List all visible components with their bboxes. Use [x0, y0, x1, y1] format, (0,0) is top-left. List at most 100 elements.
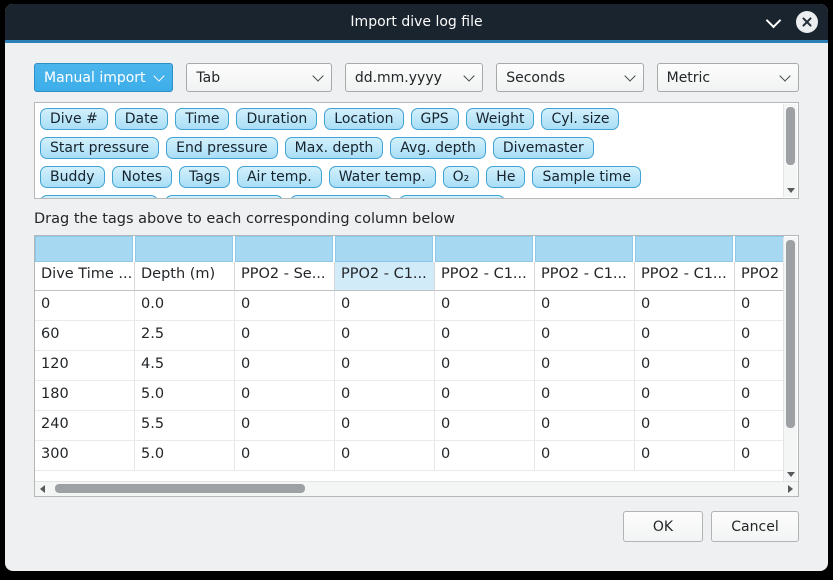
- tag-max-depth[interactable]: Max. depth: [285, 137, 384, 159]
- titlebar[interactable]: Import dive log file: [5, 4, 828, 40]
- tag-sample-po[interactable]: Sample pO₂: [290, 195, 392, 199]
- ok-button[interactable]: OK: [623, 511, 703, 542]
- drop-target-3[interactable]: [335, 236, 433, 262]
- combo-date-format[interactable]: dd.mm.yyyy: [345, 63, 483, 92]
- table-row: 602.5000000: [35, 321, 784, 351]
- table-row: 00.0000000: [35, 291, 784, 321]
- tag-location[interactable]: Location: [324, 108, 403, 130]
- tag-he[interactable]: He: [486, 166, 525, 188]
- table-cell: 5.0: [135, 441, 235, 471]
- tag-weight[interactable]: Weight: [466, 108, 535, 130]
- table-cell: 0: [635, 441, 735, 471]
- tag-tags[interactable]: Tags: [179, 166, 230, 188]
- table-cell: 5.0: [135, 381, 235, 411]
- header-row: Dive Time ...Depth (m)PPO2 - Se...PPO2 -…: [35, 262, 784, 291]
- combo-value: Manual import: [44, 70, 146, 86]
- table-cell: 0: [335, 381, 435, 411]
- tag-sample-cns[interactable]: Sample CNS: [399, 195, 505, 199]
- table-cell: 0: [435, 351, 535, 381]
- table-cell: 0: [635, 351, 735, 381]
- column-header-3: PPO2 - C1...: [335, 262, 435, 291]
- table-cell: 0: [635, 411, 735, 441]
- tag-duration[interactable]: Duration: [236, 108, 317, 130]
- tag-sample-depth[interactable]: Sample depth: [40, 195, 158, 199]
- table-cell: 0: [435, 411, 535, 441]
- cancel-button[interactable]: Cancel: [711, 511, 799, 542]
- dialog-window: Import dive log file Manual import Tab dd.…: [5, 4, 828, 571]
- close-icon[interactable]: [796, 11, 818, 33]
- tag-buddy[interactable]: Buddy: [40, 166, 105, 188]
- drop-target-0[interactable]: [35, 236, 133, 262]
- column-header-5: PPO2 - C1...: [535, 262, 635, 291]
- drop-target-7[interactable]: [735, 236, 784, 262]
- table-cell: 0: [235, 381, 335, 411]
- table-cell: 60: [35, 321, 135, 351]
- tag-divemaster[interactable]: Divemaster: [493, 137, 594, 159]
- table-cell: 0: [735, 351, 784, 381]
- table-horizontal-scrollbar[interactable]: [35, 481, 798, 496]
- tag-gps[interactable]: GPS: [411, 108, 459, 130]
- table-cell: 0: [235, 291, 335, 321]
- scroll-down-icon[interactable]: [787, 188, 795, 193]
- table-cell: 0: [635, 291, 735, 321]
- tag-start-pressure[interactable]: Start pressure: [40, 137, 159, 159]
- scrollbar-thumb[interactable]: [786, 107, 795, 165]
- table-cell: 120: [35, 351, 135, 381]
- tag-avg-depth[interactable]: Avg. depth: [390, 137, 486, 159]
- table-cell: 0: [535, 321, 635, 351]
- tag-sample-temp[interactable]: Sample temp.: [165, 195, 283, 199]
- table-row: 1204.5000000: [35, 351, 784, 381]
- drop-target-2[interactable]: [235, 236, 333, 262]
- tag-row: Dive # Date Time Duration Location GPS Weight C…: [40, 108, 778, 130]
- combo-value: Tab: [196, 70, 220, 86]
- table-cell: 180: [35, 381, 135, 411]
- tag-cyl-size[interactable]: Cyl. size: [541, 108, 619, 130]
- drop-target-6[interactable]: [635, 236, 733, 262]
- scroll-down-icon[interactable]: [787, 472, 795, 477]
- table-cell: 0: [635, 321, 735, 351]
- table-cell: 0: [235, 411, 335, 441]
- table-cell: 0: [335, 351, 435, 381]
- tag-time[interactable]: Time: [175, 108, 229, 130]
- column-header-7: PPO2: [735, 262, 784, 291]
- drop-target-4[interactable]: [435, 236, 533, 262]
- tag-air-temp[interactable]: Air temp.: [237, 166, 322, 188]
- shade-button[interactable]: [762, 11, 784, 33]
- table-cell: 0: [535, 351, 635, 381]
- table-cell: 0: [735, 441, 784, 471]
- table-cell: 0: [335, 321, 435, 351]
- tag-sample-time[interactable]: Sample time: [532, 166, 641, 188]
- tag-dive[interactable]: Dive #: [40, 108, 108, 130]
- tag-o[interactable]: O₂: [443, 166, 480, 188]
- table-cell: 0: [435, 381, 535, 411]
- combo-import-mode[interactable]: Manual import: [34, 63, 173, 92]
- tagpool-vertical-scrollbar[interactable]: [783, 104, 797, 197]
- instruction-text: Drag the tags above to each correspondin…: [34, 211, 799, 231]
- drop-target-1[interactable]: [135, 236, 233, 262]
- chevron-down-icon: [765, 13, 781, 29]
- scrollbar-thumb[interactable]: [55, 484, 305, 493]
- table-vertical-scrollbar[interactable]: [783, 237, 797, 481]
- table-cell: 0: [335, 291, 435, 321]
- scrollbar-thumb[interactable]: [786, 240, 795, 428]
- table-cell: 0: [535, 411, 635, 441]
- table-cell: 4.5: [135, 351, 235, 381]
- combo-field-separator[interactable]: Tab: [186, 63, 331, 92]
- tag-end-pressure[interactable]: End pressure: [166, 137, 278, 159]
- table-row: 2405.5000000: [35, 411, 784, 441]
- scroll-right-icon[interactable]: [788, 485, 793, 493]
- scroll-left-icon[interactable]: [40, 485, 45, 493]
- tag-notes[interactable]: Notes: [112, 166, 172, 188]
- tag-water-temp[interactable]: Water temp.: [329, 166, 436, 188]
- tag-date[interactable]: Date: [115, 108, 168, 130]
- combo-units[interactable]: Metric: [657, 63, 799, 92]
- table-cell: 0: [535, 381, 635, 411]
- drop-target-5[interactable]: [535, 236, 633, 262]
- table-cell: 300: [35, 441, 135, 471]
- tag-pool-box: Dive # Date Time Duration Location GPS Weight C…: [34, 102, 799, 199]
- table-cell: 0: [735, 411, 784, 441]
- table-cell: 0: [635, 381, 735, 411]
- combo-value: dd.mm.yyyy: [355, 70, 442, 86]
- table-cell: 0: [435, 291, 535, 321]
- combo-duration-format[interactable]: Seconds: [496, 63, 643, 92]
